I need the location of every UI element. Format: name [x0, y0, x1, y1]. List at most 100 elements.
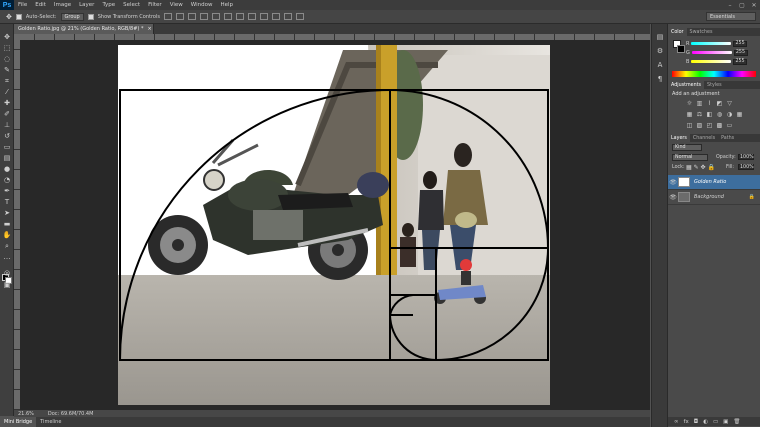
menu-filter[interactable]: Filter: [144, 2, 166, 8]
layer-row[interactable]: 👁 Golden Ratio: [668, 175, 760, 190]
channel-mixer-icon[interactable]: ◑: [726, 111, 733, 118]
dodge-tool-icon[interactable]: ◔: [2, 175, 12, 185]
move-tool-icon[interactable]: ✥: [2, 32, 12, 42]
color-r-value[interactable]: 255: [733, 40, 748, 47]
menu-file[interactable]: File: [14, 2, 31, 8]
zoom-tool-icon[interactable]: ⌕: [2, 241, 12, 251]
tab-adjustments[interactable]: Adjustments: [668, 81, 705, 89]
properties-icon[interactable]: ⚙: [655, 46, 665, 55]
layer-row[interactable]: 👁 Background 🔒: [668, 190, 760, 205]
posterize-icon[interactable]: ▨: [696, 122, 703, 129]
maximize-button[interactable]: ▢: [736, 0, 748, 10]
brush-tool-icon[interactable]: ✐: [2, 109, 12, 119]
tab-color[interactable]: Color: [668, 28, 687, 36]
align-middle-icon[interactable]: [175, 13, 184, 20]
move-tool-icon[interactable]: ✥: [6, 13, 12, 21]
levels-adjust-icon[interactable]: ▥: [696, 100, 703, 107]
distribute-bottom-icon[interactable]: [259, 13, 268, 20]
menu-select[interactable]: Select: [119, 2, 144, 8]
crop-tool-icon[interactable]: ⌗: [2, 76, 12, 86]
tab-mini-bridge[interactable]: Mini Bridge: [0, 417, 37, 427]
zoom-level[interactable]: 21.6%: [18, 411, 34, 417]
tab-layers[interactable]: Layers: [668, 134, 690, 142]
blur-tool-icon[interactable]: ●: [2, 164, 12, 174]
lock-pixels-icon[interactable]: ▦ ✎ ✥ 🔒: [686, 164, 715, 171]
history-brush-tool-icon[interactable]: ↺: [2, 131, 12, 141]
color-g-value[interactable]: 255: [733, 49, 748, 56]
type-tool-icon[interactable]: T: [2, 197, 12, 207]
color-lookup-icon[interactable]: ▦: [736, 111, 743, 118]
add-mask-icon[interactable]: ◘: [694, 419, 698, 425]
delete-layer-icon[interactable]: 🗑: [733, 419, 740, 425]
layer-name[interactable]: Background: [694, 194, 724, 200]
layer-kind-filter[interactable]: Kind: [672, 144, 702, 151]
color-slider-r[interactable]: R 255: [686, 40, 760, 47]
history-icon[interactable]: ▤: [655, 32, 665, 41]
menu-view[interactable]: View: [166, 2, 187, 8]
vibrance-adjust-icon[interactable]: ▽: [726, 100, 733, 107]
color-b-value[interactable]: 255: [733, 58, 748, 65]
gradient-map-icon[interactable]: ▭: [726, 122, 733, 129]
menu-window[interactable]: Window: [187, 2, 217, 8]
selective-color-icon[interactable]: ▩: [716, 122, 723, 129]
path-select-tool-icon[interactable]: ➤: [2, 208, 12, 218]
hue-adjust-icon[interactable]: ▦: [686, 111, 693, 118]
quick-select-tool-icon[interactable]: ✎: [2, 65, 12, 75]
color-g-track[interactable]: [691, 51, 732, 54]
menu-layer[interactable]: Layer: [75, 2, 98, 8]
curves-adjust-icon[interactable]: ⌇: [706, 100, 713, 107]
align-right-icon[interactable]: [223, 13, 232, 20]
color-balance-icon[interactable]: ⚖: [696, 111, 703, 118]
distribute-left-icon[interactable]: [271, 13, 280, 20]
distribute-right-icon[interactable]: [295, 13, 304, 20]
shape-tool-icon[interactable]: ▬: [2, 219, 12, 229]
character-icon[interactable]: A: [655, 60, 665, 69]
tab-swatches[interactable]: Swatches: [687, 28, 716, 36]
brightness-adjust-icon[interactable]: ☼: [686, 100, 693, 107]
color-panel-background[interactable]: [677, 45, 685, 53]
document-close-icon[interactable]: ×: [147, 26, 151, 32]
color-slider-g[interactable]: G 255: [686, 49, 760, 56]
color-spectrum[interactable]: [672, 71, 756, 77]
opacity-value[interactable]: 100%: [738, 154, 754, 160]
workspace-dropdown[interactable]: Essentials: [706, 12, 756, 21]
document-canvas[interactable]: [118, 45, 550, 405]
color-b-track[interactable]: [691, 60, 732, 63]
eraser-tool-icon[interactable]: ▭: [2, 142, 12, 152]
hand-tool-icon[interactable]: ✋: [2, 230, 12, 240]
lasso-tool-icon[interactable]: ◌: [2, 54, 12, 64]
paragraph-icon[interactable]: ¶: [655, 74, 665, 83]
distribute-center-icon[interactable]: [283, 13, 292, 20]
auto-select-dropdown[interactable]: Group: [60, 12, 84, 21]
align-center-icon[interactable]: [211, 13, 220, 20]
exposure-adjust-icon[interactable]: ◩: [716, 100, 723, 107]
pen-tool-icon[interactable]: ✒: [2, 186, 12, 196]
eyedropper-tool-icon[interactable]: ⁄: [2, 87, 12, 97]
menu-image[interactable]: Image: [50, 2, 75, 8]
tab-timeline[interactable]: Timeline: [36, 417, 65, 427]
tab-channels[interactable]: Channels: [690, 134, 718, 142]
quick-mask-icon[interactable]: ◎: [2, 268, 12, 278]
close-window-button[interactable]: ✕: [748, 0, 760, 10]
visibility-eye-icon[interactable]: 👁: [668, 194, 678, 201]
distribute-top-icon[interactable]: [235, 13, 244, 20]
color-r-track[interactable]: [691, 42, 732, 45]
align-left-icon[interactable]: [199, 13, 208, 20]
healing-brush-tool-icon[interactable]: ✚: [2, 98, 12, 108]
black-white-icon[interactable]: ◧: [706, 111, 713, 118]
new-layer-icon[interactable]: ▣: [723, 419, 728, 425]
document-tab[interactable]: Golden Ratio.jpg @ 21% (Golden Ratio, RG…: [14, 24, 154, 34]
new-group-icon[interactable]: ▭: [713, 419, 718, 425]
more-tools-icon[interactable]: …: [2, 252, 12, 262]
clone-stamp-tool-icon[interactable]: ⊥: [2, 120, 12, 130]
auto-select-checkbox[interactable]: [15, 13, 22, 20]
layer-name[interactable]: Golden Ratio: [694, 179, 726, 185]
photo-filter-icon[interactable]: ◍: [716, 111, 723, 118]
gradient-tool-icon[interactable]: ▤: [2, 153, 12, 163]
marquee-tool-icon[interactable]: ⬚: [2, 43, 12, 53]
visibility-eye-icon[interactable]: 👁: [668, 179, 678, 186]
menu-edit[interactable]: Edit: [31, 2, 50, 8]
align-bottom-icon[interactable]: [187, 13, 196, 20]
layer-style-icon[interactable]: fx: [684, 419, 689, 425]
align-top-icon[interactable]: [163, 13, 172, 20]
